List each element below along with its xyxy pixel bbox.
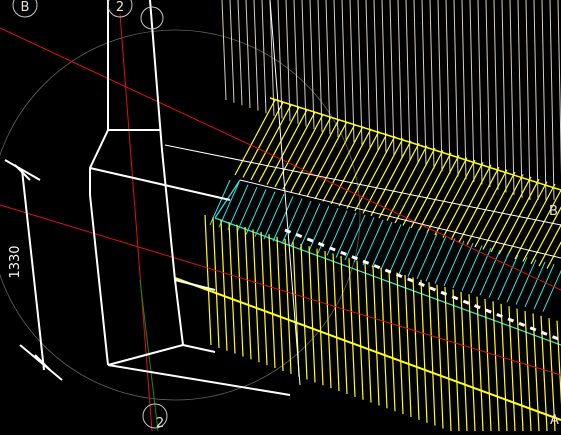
dimension-value: 1330 (8, 245, 23, 278)
cad-viewport[interactable]: 1330 B 2 2 B A (0, 0, 561, 432)
axis-label-2-bottom: 2 (156, 416, 164, 431)
axis-label-b-right: B (549, 204, 558, 219)
axis-label-2-top: 2 (116, 0, 124, 15)
axis-label-b-top: B (21, 0, 30, 15)
drawing-canvas[interactable]: 1330 B 2 2 B A (0, 0, 561, 432)
axis-label-a-right: A (550, 413, 559, 428)
